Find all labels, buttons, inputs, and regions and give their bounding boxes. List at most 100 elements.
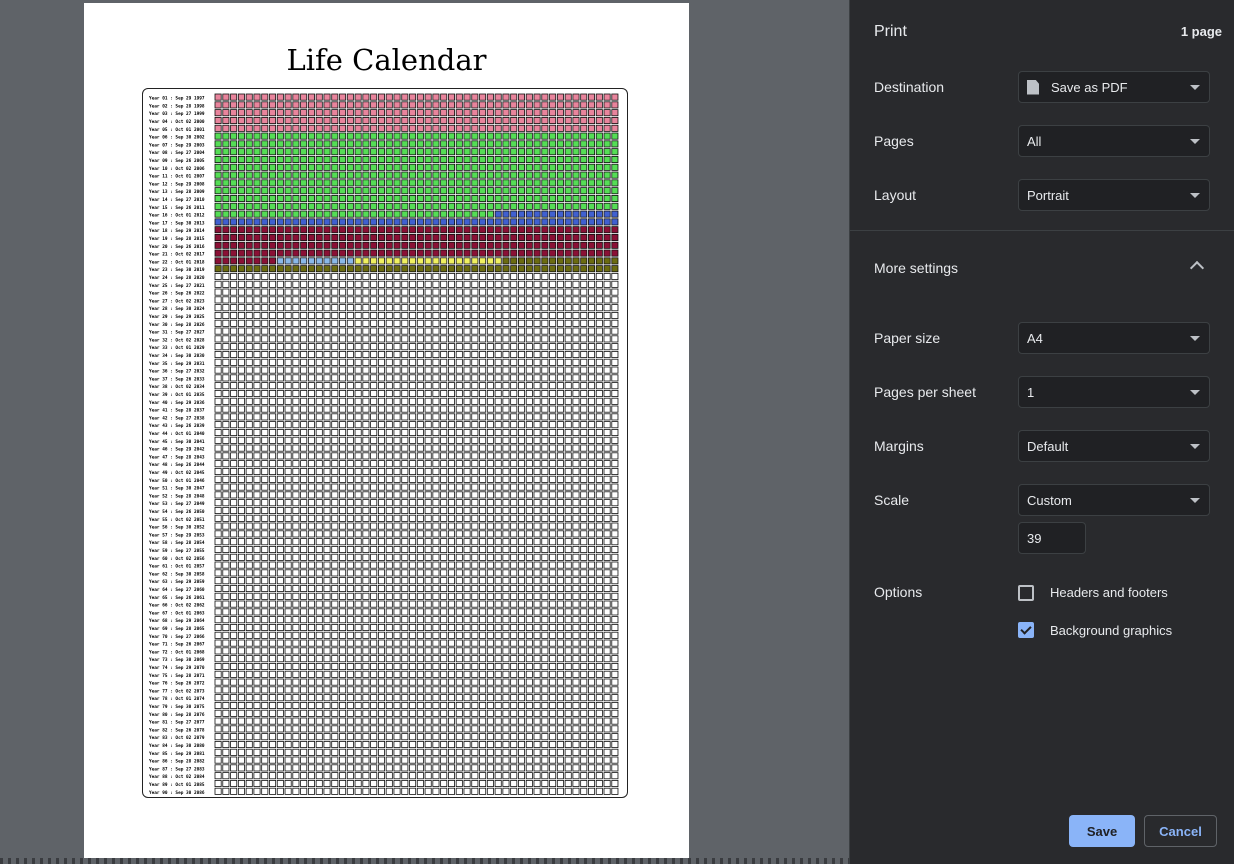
- week-cell: [588, 335, 596, 343]
- week-cell: [556, 327, 564, 335]
- paper-size-select[interactable]: A4: [1018, 322, 1210, 354]
- week-cell: [556, 280, 564, 288]
- week-cell: [354, 467, 362, 475]
- week-cell: [354, 678, 362, 686]
- week-cell: [331, 218, 339, 226]
- week-cell: [377, 327, 385, 335]
- week-cell: [323, 428, 331, 436]
- week-cell: [556, 413, 564, 421]
- week-cell: [237, 389, 245, 397]
- week-cell: [416, 577, 424, 585]
- week-cell: [230, 428, 238, 436]
- week-cell: [525, 764, 533, 772]
- week-cell: [346, 709, 354, 717]
- more-settings-toggle[interactable]: More settings: [874, 260, 958, 276]
- week-cell: [518, 257, 526, 265]
- week-cell: [401, 241, 409, 249]
- week-cell: [331, 405, 339, 413]
- week-cell: [494, 717, 502, 725]
- week-cell: [377, 195, 385, 203]
- week-cell: [300, 265, 308, 273]
- week-cell: [253, 195, 261, 203]
- week-cell: [339, 561, 347, 569]
- week-cell: [432, 179, 440, 187]
- week-cell: [214, 156, 222, 164]
- layout-select[interactable]: Portrait: [1018, 179, 1210, 211]
- week-cell: [409, 530, 417, 538]
- year-row-label: Year 12 : Sep 29 2008: [149, 181, 205, 187]
- week-cell: [230, 148, 238, 156]
- week-cell: [463, 436, 471, 444]
- headers-footers-checkbox[interactable]: [1018, 585, 1034, 601]
- week-cell: [471, 163, 479, 171]
- week-cell: [455, 467, 463, 475]
- week-cell: [245, 787, 253, 795]
- week-cell: [385, 460, 393, 468]
- week-cell: [424, 475, 432, 483]
- week-cell: [580, 179, 588, 187]
- week-cell: [300, 655, 308, 663]
- week-cell: [362, 624, 370, 632]
- week-cell: [230, 787, 238, 795]
- week-cell: [339, 272, 347, 280]
- week-cell: [245, 413, 253, 421]
- week-cell: [502, 522, 510, 530]
- week-cell: [611, 678, 619, 686]
- week-cell: [440, 522, 448, 530]
- week-cell: [253, 171, 261, 179]
- week-cell: [486, 296, 494, 304]
- week-cell: [471, 491, 479, 499]
- week-cell: [471, 452, 479, 460]
- week-cell: [525, 624, 533, 632]
- week-cell: [323, 639, 331, 647]
- week-cell: [307, 748, 315, 756]
- week-cell: [346, 748, 354, 756]
- week-cell: [276, 389, 284, 397]
- week-cell: [315, 272, 323, 280]
- scale-percent-input[interactable]: 39: [1018, 522, 1086, 554]
- week-cell: [269, 241, 277, 249]
- week-cell: [525, 514, 533, 522]
- week-cell: [518, 304, 526, 312]
- background-graphics-checkbox[interactable]: [1018, 622, 1034, 638]
- week-cell: [416, 569, 424, 577]
- week-cell: [276, 405, 284, 413]
- week-cell: [292, 249, 300, 257]
- week-cell: [409, 460, 417, 468]
- week-cell: [230, 452, 238, 460]
- week-cell: [588, 311, 596, 319]
- week-cell: [424, 171, 432, 179]
- week-cell: [502, 702, 510, 710]
- week-cell: [269, 506, 277, 514]
- save-button[interactable]: Save: [1069, 815, 1135, 847]
- week-cell: [580, 545, 588, 553]
- cancel-button[interactable]: Cancel: [1144, 815, 1217, 847]
- week-cell: [479, 592, 487, 600]
- background-graphics-label[interactable]: Background graphics: [1050, 623, 1172, 638]
- week-cell: [292, 772, 300, 780]
- week-cell: [284, 116, 292, 124]
- week-cell: [479, 709, 487, 717]
- week-cell: [409, 491, 417, 499]
- week-cell: [603, 210, 611, 218]
- week-cell: [549, 452, 557, 460]
- chevron-up-icon[interactable]: [1189, 260, 1205, 276]
- destination-select[interactable]: Save as PDF: [1018, 71, 1210, 103]
- week-cell: [611, 218, 619, 226]
- week-cell: [595, 569, 603, 577]
- scale-select[interactable]: Custom: [1018, 484, 1210, 516]
- week-cell: [603, 187, 611, 195]
- week-cell: [611, 764, 619, 772]
- pages-select[interactable]: All: [1018, 125, 1210, 157]
- week-cell: [572, 140, 580, 148]
- week-cell: [455, 327, 463, 335]
- pages-per-sheet-select[interactable]: 1: [1018, 376, 1210, 408]
- margins-select[interactable]: Default: [1018, 430, 1210, 462]
- week-cell: [416, 647, 424, 655]
- week-cell: [346, 538, 354, 546]
- week-cell: [370, 600, 378, 608]
- year-row-label: Year 90 : Sep 30 2086: [149, 790, 205, 796]
- week-cell: [245, 600, 253, 608]
- headers-footers-label[interactable]: Headers and footers: [1050, 585, 1168, 600]
- week-cell: [346, 319, 354, 327]
